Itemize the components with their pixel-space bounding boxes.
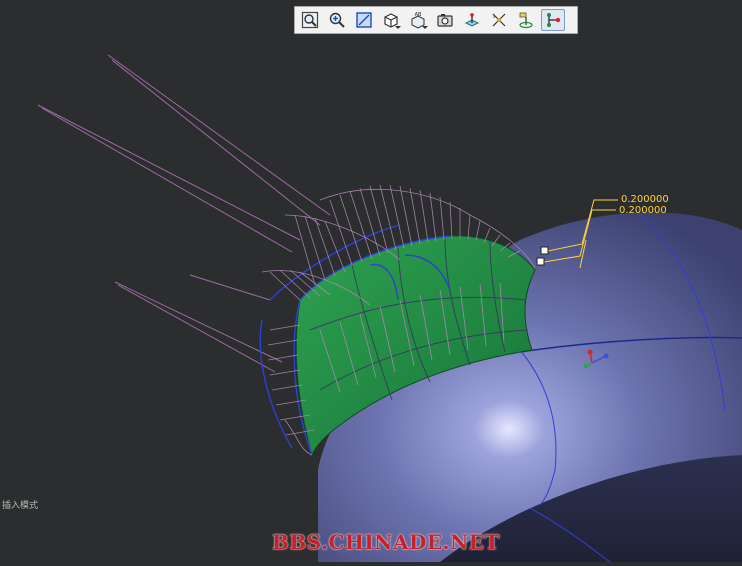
spin-center-button[interactable]: [514, 9, 538, 31]
annotation-display-button[interactable]: x: [487, 9, 511, 31]
mode-status-text: 插入模式: [2, 501, 39, 511]
display-style-button[interactable]: [379, 9, 403, 31]
annotation-display-icon: x: [490, 11, 508, 29]
named-view-button[interactable]: AB: [406, 9, 430, 31]
curvature-spikes: [37, 54, 331, 373]
zoom-in-button[interactable]: [325, 9, 349, 31]
chevron-down-icon: [422, 26, 428, 29]
zoom-window-button[interactable]: [352, 9, 376, 31]
chevron-down-icon: [395, 26, 401, 29]
drag-handle-2[interactable]: [536, 257, 545, 266]
view-toolbar: AB x: [294, 6, 578, 34]
spin-center-icon: [517, 11, 535, 29]
watermark-text: BBS.CHINADE.NET: [272, 530, 500, 554]
drag-handle-1[interactable]: [540, 246, 549, 255]
datum-display-icon: [463, 11, 481, 29]
dimension-value-2[interactable]: 0.200000: [619, 205, 667, 216]
zoom-fit-icon: [301, 11, 319, 29]
datum-display-button[interactable]: [460, 9, 484, 31]
saved-views-button[interactable]: [433, 9, 457, 31]
svg-text:AB: AB: [415, 12, 422, 18]
dimension-value-1[interactable]: 0.200000: [621, 194, 669, 205]
graphics-viewport[interactable]: [0, 0, 742, 563]
branch-connect-icon: [544, 11, 562, 29]
zoom-fit-button[interactable]: [298, 9, 322, 31]
saved-views-icon: [436, 11, 454, 29]
branch-connect-button[interactable]: [541, 9, 565, 31]
model-canvas[interactable]: [0, 0, 742, 563]
zoom-in-icon: [328, 11, 346, 29]
zoom-window-icon: [355, 11, 373, 29]
